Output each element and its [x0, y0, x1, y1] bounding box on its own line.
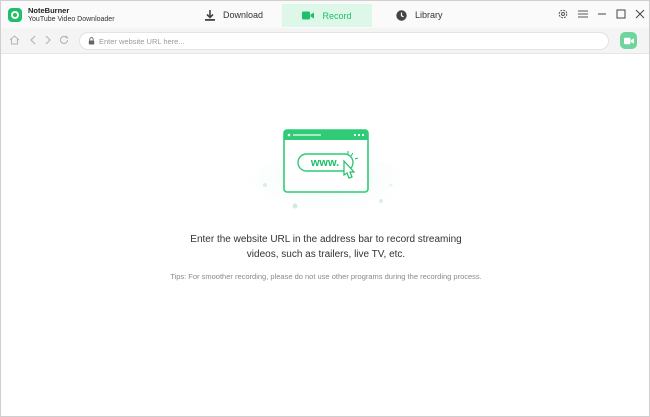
- back-icon: [30, 35, 36, 45]
- tab-library[interactable]: Library: [396, 4, 443, 26]
- video-camera-icon: [302, 11, 315, 20]
- tab-library-label: Library: [415, 10, 443, 20]
- instruction-line-1: Enter the website URL in the address bar…: [190, 234, 462, 245]
- close-icon: [635, 9, 645, 19]
- back-button[interactable]: [27, 34, 39, 46]
- menu-button[interactable]: [576, 7, 590, 21]
- record-button[interactable]: [620, 32, 637, 49]
- title-bar: NoteBurner YouTube Video Downloader Down…: [1, 1, 649, 28]
- lock-icon: [88, 37, 95, 45]
- app-logo-icon: [8, 8, 22, 22]
- download-icon: [205, 9, 215, 21]
- close-button[interactable]: [633, 7, 647, 21]
- clock-icon: [396, 9, 407, 21]
- app-subtitle: YouTube Video Downloader: [28, 16, 115, 23]
- tab-record[interactable]: Record: [282, 4, 372, 27]
- instruction-line-2: videos, such as trailers, live TV, etc.: [246, 249, 406, 260]
- forward-icon: [45, 35, 51, 45]
- maximize-button[interactable]: [614, 7, 628, 21]
- www-text: www.: [310, 157, 339, 169]
- tab-download-label: Download: [223, 10, 264, 20]
- app-name: NoteBurner: [28, 6, 70, 15]
- forward-button[interactable]: [42, 34, 54, 46]
- menu-icon: [578, 10, 588, 18]
- reload-icon: [60, 35, 69, 44]
- maximize-icon: [616, 9, 626, 19]
- home-button[interactable]: [8, 34, 20, 46]
- address-bar: [1, 28, 649, 54]
- record-instructions: Enter the website URL in the address bar…: [121, 232, 531, 262]
- record-illustration: www.: [241, 129, 411, 222]
- settings-icon: [558, 9, 568, 19]
- home-icon: [9, 35, 19, 45]
- brand: NoteBurner YouTube Video Downloader: [8, 6, 115, 24]
- video-camera-icon: [623, 37, 634, 44]
- url-bar: [79, 32, 609, 50]
- tab-download[interactable]: Download: [205, 4, 263, 26]
- minimize-button[interactable]: [595, 7, 609, 21]
- app-window: NoteBurner YouTube Video Downloader Down…: [0, 0, 650, 417]
- reload-button[interactable]: [58, 34, 70, 46]
- url-input[interactable]: [99, 36, 579, 46]
- tab-record-label: Record: [322, 10, 352, 21]
- recording-tips: Tips: For smoother recording, please do …: [170, 272, 482, 281]
- minimize-icon: [598, 13, 606, 15]
- settings-button[interactable]: [556, 7, 570, 21]
